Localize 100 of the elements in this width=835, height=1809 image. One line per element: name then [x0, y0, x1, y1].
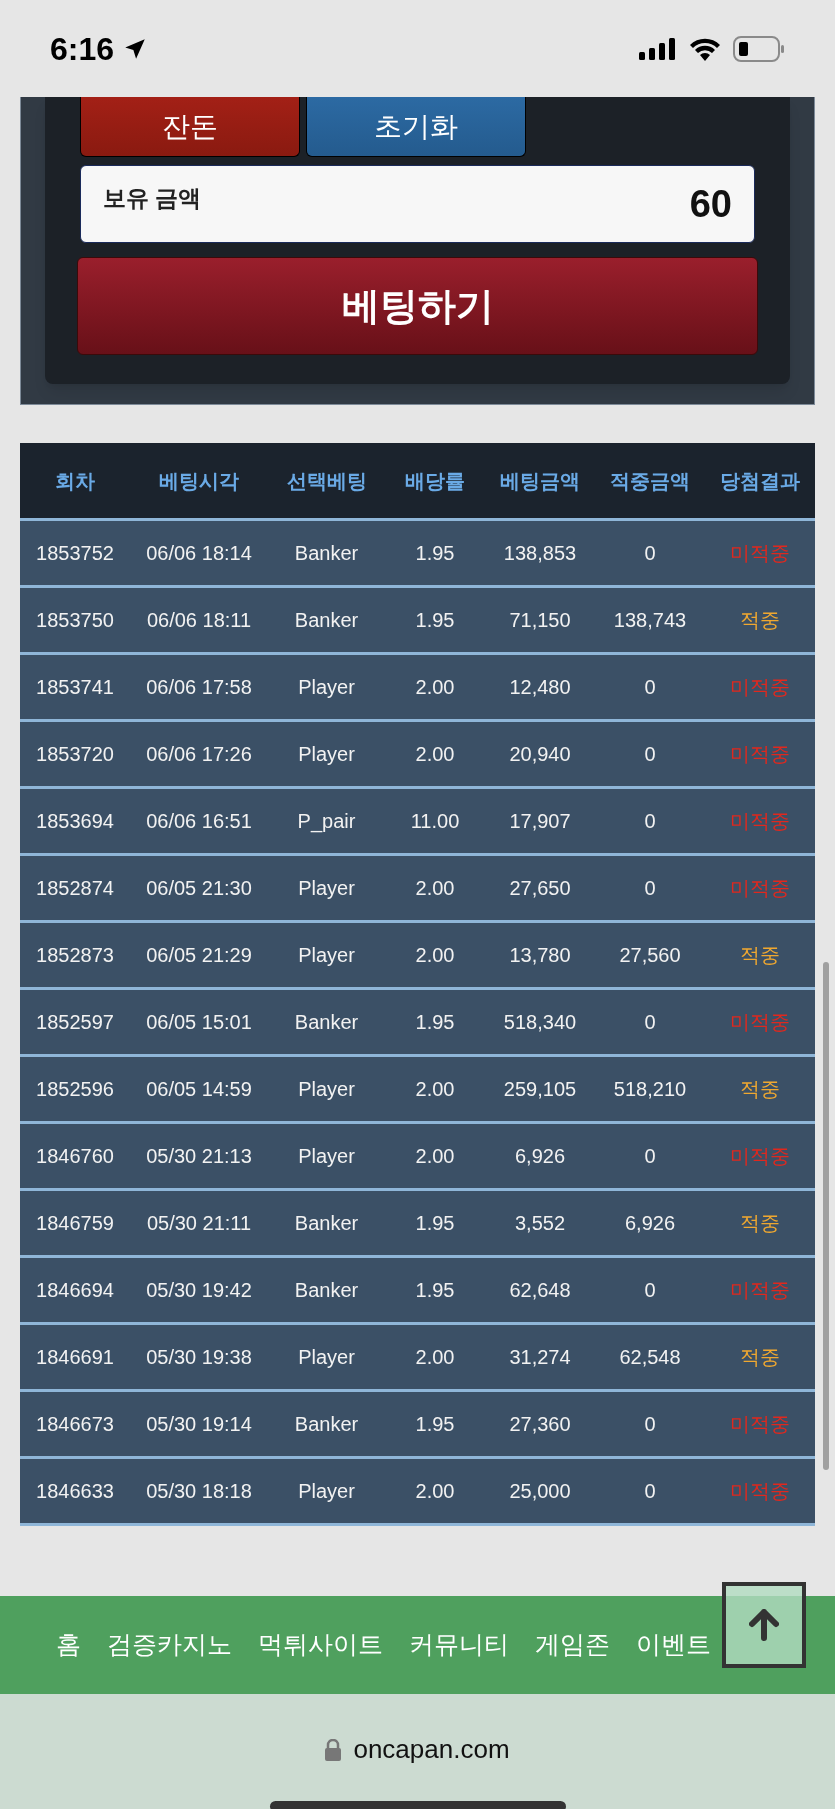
table-cell-text: 2.00	[414, 876, 456, 901]
table-cell-text: 2.00	[414, 943, 456, 968]
footer-nav-link[interactable]: 홈	[56, 1626, 81, 1664]
table-cell-text: 2.00	[414, 1144, 456, 1169]
table-cell-text: 적중	[739, 943, 781, 968]
table-cell-text: 31,274	[508, 1345, 572, 1370]
table-cell-text: 17,907	[508, 809, 572, 834]
table-cell-text: 27,650	[508, 876, 572, 901]
table-cell-text: Banker	[293, 1278, 360, 1303]
table-cell-text: 적중	[739, 1345, 781, 1370]
column-header: 베팅시각	[158, 468, 240, 494]
panel-button[interactable]: 잔돈	[80, 97, 300, 157]
table-cell-text: 1846691	[35, 1345, 115, 1370]
table-cell-text: 1852596	[35, 1077, 115, 1102]
url-text: oncapan.com	[353, 1733, 510, 1766]
table-cell-text: 0	[643, 742, 657, 767]
footer-nav-link[interactable]: 커뮤니티	[409, 1626, 509, 1664]
column-header: 당첨결과	[719, 468, 801, 494]
table-cell-text: 미적중	[729, 1412, 791, 1437]
table-cell-text: 1853694	[35, 809, 115, 834]
balance-value: 60	[689, 181, 732, 227]
table-cell-text: 1846633	[35, 1479, 115, 1504]
table-cell-text: 27,360	[508, 1412, 572, 1437]
table-cell-text: 적중	[739, 1077, 781, 1102]
battery-icon	[733, 35, 785, 62]
table-cell-text: 0	[643, 1412, 657, 1437]
wifi-icon	[689, 36, 721, 61]
table-cell-text: 138,853	[502, 541, 578, 566]
status-time: 6:16	[50, 29, 115, 69]
table-cell-text: Banker	[293, 1412, 360, 1437]
column-header: 베팅금액	[499, 468, 581, 494]
table-cell-text: Player	[297, 876, 356, 901]
bet-button[interactable]: 베팅하기	[77, 257, 758, 355]
table-cell-text: 6,926	[623, 1211, 677, 1236]
table-cell-text: 1846694	[35, 1278, 115, 1303]
table-cell-text: Player	[297, 1479, 356, 1504]
arrow-up-icon	[749, 1609, 779, 1641]
footer-nav-link[interactable]: 검증카지노	[107, 1626, 232, 1664]
table-cell-text: 20,940	[508, 742, 572, 767]
table-cell-text: 05/30 18:18	[145, 1479, 253, 1504]
table-cell-text: 미적중	[729, 876, 791, 901]
table-cell-text: 1852874	[35, 876, 115, 901]
lock-icon	[325, 1738, 342, 1761]
table-cell-text: 06/05 14:59	[145, 1077, 253, 1102]
table-cell-text: 05/30 21:13	[145, 1144, 253, 1169]
table-cell-text: Banker	[293, 1010, 360, 1035]
table-cell-text: 1.95	[414, 1412, 456, 1437]
table-cell-text: 미적중	[729, 742, 791, 767]
table-cell-text: 11.00	[409, 809, 461, 834]
table-cell-text: 0	[643, 809, 657, 834]
table-cell-text: 1.95	[414, 1211, 456, 1236]
footer-nav-link[interactable]: 게임존	[535, 1626, 610, 1664]
table-cell-text: 05/30 19:14	[145, 1412, 253, 1437]
table-cell-text: 2.00	[414, 1077, 456, 1102]
table-cell-text: P_pair	[296, 809, 357, 835]
signal-icon	[639, 37, 677, 60]
table-cell-text: 1.95	[414, 608, 456, 633]
table-cell-text: 2.00	[414, 675, 456, 700]
table-cell-text: 05/30 19:38	[145, 1345, 253, 1370]
table-cell-text: 미적중	[729, 809, 791, 834]
table-cell-text: 06/06 16:51	[145, 809, 253, 834]
table-cell-text: 27,560	[618, 943, 682, 968]
table-cell-text: 0	[643, 1479, 657, 1504]
column-header: 선택베팅	[285, 468, 368, 494]
table-cell-text: 미적중	[729, 675, 791, 700]
table-cell-text: Player	[297, 1345, 356, 1370]
table-cell-text: 06/05 21:29	[145, 943, 253, 968]
scroll-top-button[interactable]	[722, 1582, 806, 1668]
table-cell-text: Banker	[293, 541, 360, 566]
table-cell-text: 1.95	[414, 541, 456, 566]
table-cell-text: 0	[643, 876, 657, 901]
table-cell-text: 71,150	[508, 608, 572, 633]
footer-nav-link[interactable]: 이벤트	[636, 1626, 711, 1664]
table-cell-text: 적중	[739, 1211, 781, 1236]
table-cell-text: 3,552	[513, 1211, 567, 1236]
table-cell-text: 1853741	[35, 675, 115, 700]
table-cell-text: 1853720	[35, 742, 115, 767]
table-cell-text: 1.95	[414, 1278, 456, 1303]
table-cell-text: 적중	[739, 608, 781, 633]
table-cell-text: 1846759	[35, 1211, 115, 1236]
table-cell-text: 1852597	[35, 1010, 115, 1035]
footer-nav-link[interactable]: 먹튀사이트	[258, 1626, 383, 1664]
table-cell-text: 06/06 18:11	[145, 608, 253, 633]
balance-label: 보유 금액	[103, 183, 202, 213]
table-cell-text: 1846673	[35, 1412, 115, 1437]
table-cell-text: 미적중	[729, 1278, 791, 1303]
panel-button[interactable]: 초기화	[306, 97, 526, 157]
table-cell-text: Player	[297, 742, 356, 767]
column-header: 배당률	[404, 468, 466, 494]
table-cell-text: 6,926	[513, 1144, 567, 1169]
table-cell-text: 06/05 21:30	[145, 876, 253, 901]
table-cell-text: 2.00	[414, 742, 456, 767]
table-cell-text: 1853750	[35, 608, 115, 633]
table-cell-text: 1.95	[414, 1010, 456, 1035]
table-cell-text: Player	[297, 1144, 356, 1169]
table-cell-text: Player	[297, 943, 356, 968]
table-cell-text: 62,548	[618, 1345, 682, 1370]
column-header: 적중금액	[609, 468, 691, 494]
table-cell-text: 0	[643, 1144, 657, 1169]
table-cell-text: 1853752	[35, 541, 115, 566]
